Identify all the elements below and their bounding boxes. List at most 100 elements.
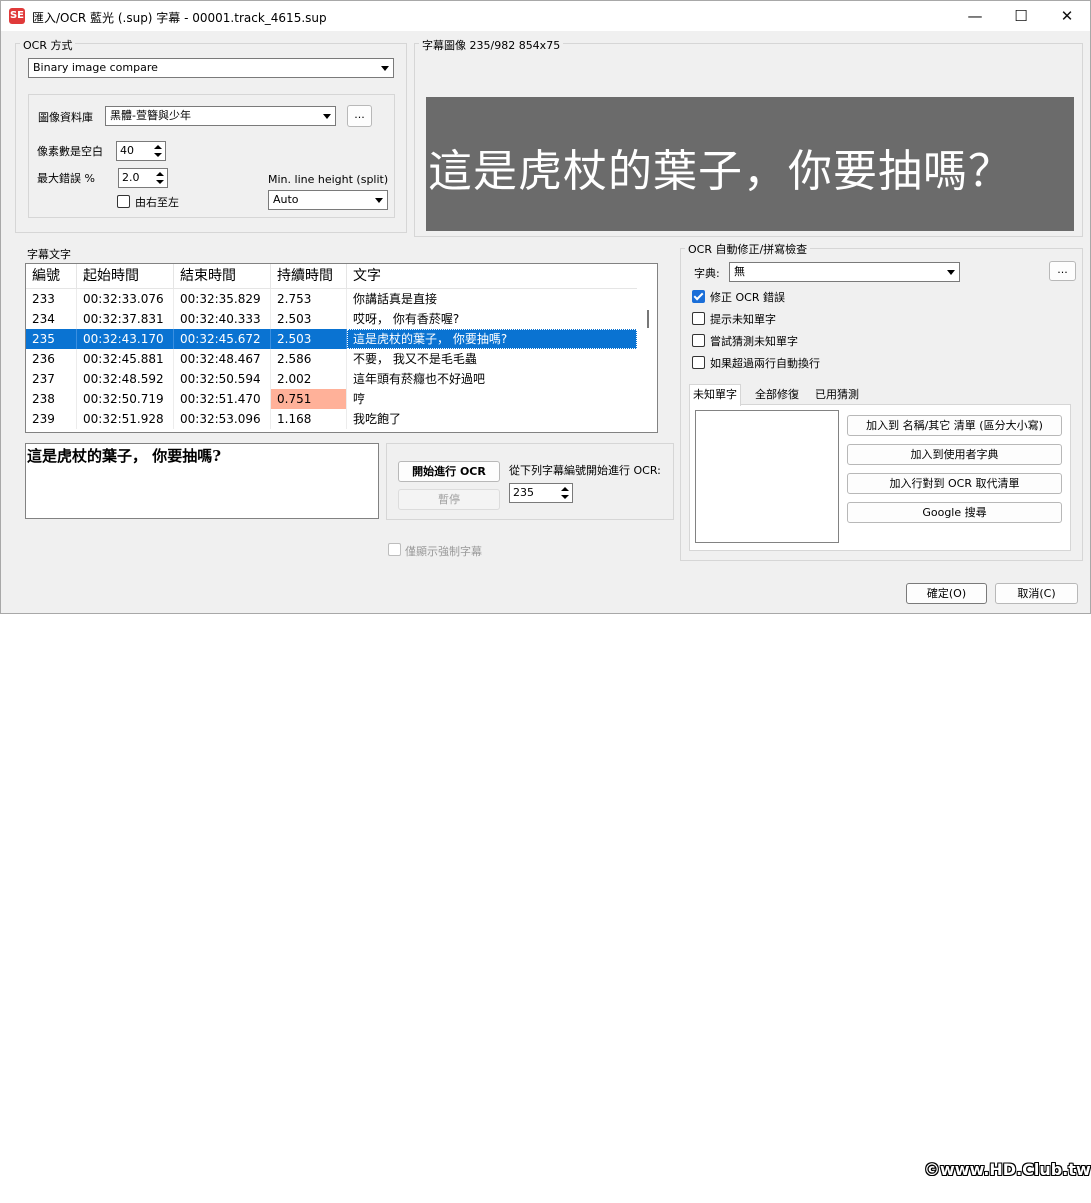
close-button[interactable]: ✕ <box>1044 1 1090 31</box>
spin-up-icon[interactable] <box>154 145 162 149</box>
row-duration: 2.002 <box>271 369 347 389</box>
pause-ocr-button[interactable]: 暫停 <box>398 489 500 510</box>
pixels-space-spinner[interactable]: 40 <box>116 141 166 161</box>
fix-ocr-errors-checkbox[interactable] <box>692 290 705 303</box>
forced-only-label: 僅顯示強制字幕 <box>405 545 482 558</box>
row-start-time: 00:32:33.076 <box>77 289 174 309</box>
max-error-value: 2.0 <box>122 171 140 184</box>
image-db-label: 圖像資料庫 <box>38 111 93 124</box>
tab-guesses-used[interactable]: 已用猜測 <box>812 385 862 405</box>
row-text: 你講話真是直接 <box>353 292 438 306</box>
table-row[interactable]: 238 00:32:50.719 00:32:51.470 0.751 哼 <box>26 389 637 409</box>
row-duration: 2.503 <box>271 309 347 329</box>
max-error-spinner[interactable]: 2.0 <box>118 168 168 188</box>
fix-ocr-errors-label: 修正 OCR 錯誤 <box>710 291 785 304</box>
table-row[interactable]: 237 00:32:48.592 00:32:50.594 2.002 這年頭有菸癮也不… <box>26 369 637 389</box>
dictionary-label: 字典: <box>694 267 720 280</box>
row-number: 236 <box>26 349 77 369</box>
dictionary-more-button[interactable]: ... <box>1049 261 1076 281</box>
row-number: 234 <box>26 309 77 329</box>
subtitle-list[interactable]: 編號 起始時間 結束時間 持續時間 文字 233 00:32:33.076 00:3… <box>25 263 658 433</box>
tab-all-fixes[interactable]: 全部修復 <box>752 385 802 405</box>
table-row[interactable]: 235 00:32:43.170 00:32:45.672 2.503 這是虎杖的葉子，… <box>26 329 637 349</box>
start-ocr-button[interactable]: 開始進行 OCR <box>398 461 500 482</box>
table-row[interactable]: 234 00:32:37.831 00:32:40.333 2.503 哎呀， 你有香菸… <box>26 309 637 329</box>
column-header-end[interactable]: 結束時間 <box>174 264 271 288</box>
row-text: 不要， 我又不是毛毛蟲 <box>353 352 477 366</box>
chevron-down-icon <box>381 66 389 71</box>
add-to-names-button[interactable]: 加入到 名稱/其它 清單 (區分大小寫) <box>847 415 1062 436</box>
list-scrollbar[interactable] <box>640 290 656 430</box>
row-text: 我吃飽了 <box>353 412 402 426</box>
spin-up-icon[interactable] <box>156 172 164 176</box>
min-line-height-select[interactable]: Auto <box>268 190 388 210</box>
row-end-time: 00:32:40.333 <box>174 309 271 329</box>
row-start-time: 00:32:37.831 <box>77 309 174 329</box>
auto-wrap-label: 如果超過兩行自動換行 <box>710 357 820 370</box>
google-search-button[interactable]: Google 搜尋 <box>847 502 1062 523</box>
spin-down-icon[interactable] <box>156 180 164 184</box>
start-from-label: 從下列字幕編號開始進行 OCR: <box>509 464 661 477</box>
row-number: 239 <box>26 409 77 429</box>
image-db-more-button[interactable]: ... <box>347 105 372 127</box>
row-start-time: 00:32:51.928 <box>77 409 174 429</box>
row-number: 237 <box>26 369 77 389</box>
add-to-ocr-replace-button[interactable]: 加入行對到 OCR 取代清單 <box>847 473 1062 494</box>
image-db-select[interactable]: 黑體-萱簪與少年 <box>105 106 336 126</box>
image-db-value: 黑體-萱簪與少年 <box>110 109 191 122</box>
guess-unknown-checkbox[interactable] <box>692 334 705 347</box>
column-header-text[interactable]: 文字 <box>347 264 637 288</box>
auto-wrap-checkbox[interactable] <box>692 356 705 369</box>
spin-down-icon[interactable] <box>561 495 569 499</box>
ocr-method-value: Binary image compare <box>33 61 158 74</box>
row-text: 哎呀， 你有香菸喔? <box>353 312 460 326</box>
minimize-button[interactable]: — <box>952 1 998 31</box>
row-text: 這是虎杖的葉子， 你要抽嗎? <box>347 329 637 349</box>
watermark-text: ©www.HD.Club.tw <box>924 1160 1091 1179</box>
min-line-height-value: Auto <box>273 193 299 206</box>
row-text: 哼 <box>353 392 366 406</box>
table-row[interactable]: 233 00:32:33.076 00:32:35.829 2.753 你講話真是直接 <box>26 289 637 309</box>
table-row[interactable]: 239 00:32:51.928 00:32:53.096 1.168 我吃飽了 <box>26 409 637 429</box>
start-from-value: 235 <box>513 486 534 499</box>
subtitle-image-text: 這是虎杖的葉子，你要抽嗎？ <box>428 146 1013 197</box>
forced-only-checkbox[interactable] <box>388 543 401 556</box>
tab-unknown-words[interactable]: 未知單字 <box>689 384 741 406</box>
subtitle-list-header: 編號 起始時間 結束時間 持續時間 文字 <box>26 264 637 289</box>
row-number: 235 <box>26 329 77 349</box>
cancel-button[interactable]: 取消(C) <box>995 583 1078 604</box>
ocr-dialog-window: SE 匯入/OCR 藍光 (.sup) 字幕 - 00001.track_461… <box>0 0 1091 614</box>
subtitle-text-editor[interactable]: 這是虎杖的葉子， 你要抽嗎? <box>25 443 379 519</box>
autocorrect-label: OCR 自動修正/拼寫檢查 <box>685 241 811 257</box>
column-header-duration[interactable]: 持續時間 <box>271 264 347 288</box>
row-end-time: 00:32:53.096 <box>174 409 271 429</box>
row-duration: 2.586 <box>271 349 347 369</box>
spin-down-icon[interactable] <box>154 153 162 157</box>
row-end-time: 00:32:50.594 <box>174 369 271 389</box>
column-header-number[interactable]: 編號 <box>26 264 77 288</box>
chevron-down-icon <box>323 114 331 119</box>
dictionary-select[interactable]: 無 <box>729 262 960 282</box>
row-start-time: 00:32:45.881 <box>77 349 174 369</box>
start-from-spinner[interactable]: 235 <box>509 483 573 503</box>
pixels-space-label: 像素數是空白 <box>37 145 103 158</box>
row-start-time: 00:32:43.170 <box>77 329 174 349</box>
spin-up-icon[interactable] <box>561 487 569 491</box>
table-row[interactable]: 236 00:32:45.881 00:32:48.467 2.586 不要， 我又不是… <box>26 349 637 369</box>
ocr-method-select[interactable]: Binary image compare <box>28 58 394 78</box>
pixels-space-value: 40 <box>120 144 134 157</box>
row-duration: 2.753 <box>271 289 347 309</box>
ok-button[interactable]: 確定(O) <box>906 583 987 604</box>
column-header-start[interactable]: 起始時間 <box>77 264 174 288</box>
guess-unknown-label: 嘗試猜測未知單字 <box>710 335 798 348</box>
rtl-checkbox[interactable] <box>117 195 130 208</box>
row-duration: 0.751 <box>271 389 347 409</box>
row-end-time: 00:32:35.829 <box>174 289 271 309</box>
add-to-user-dict-button[interactable]: 加入到使用者字典 <box>847 444 1062 465</box>
row-number: 233 <box>26 289 77 309</box>
unknown-words-list[interactable] <box>695 410 839 543</box>
prompt-unknown-checkbox[interactable] <box>692 312 705 325</box>
row-start-time: 00:32:48.592 <box>77 369 174 389</box>
maximize-button[interactable]: ☐ <box>998 1 1044 31</box>
scrollbar-thumb[interactable] <box>647 310 649 328</box>
